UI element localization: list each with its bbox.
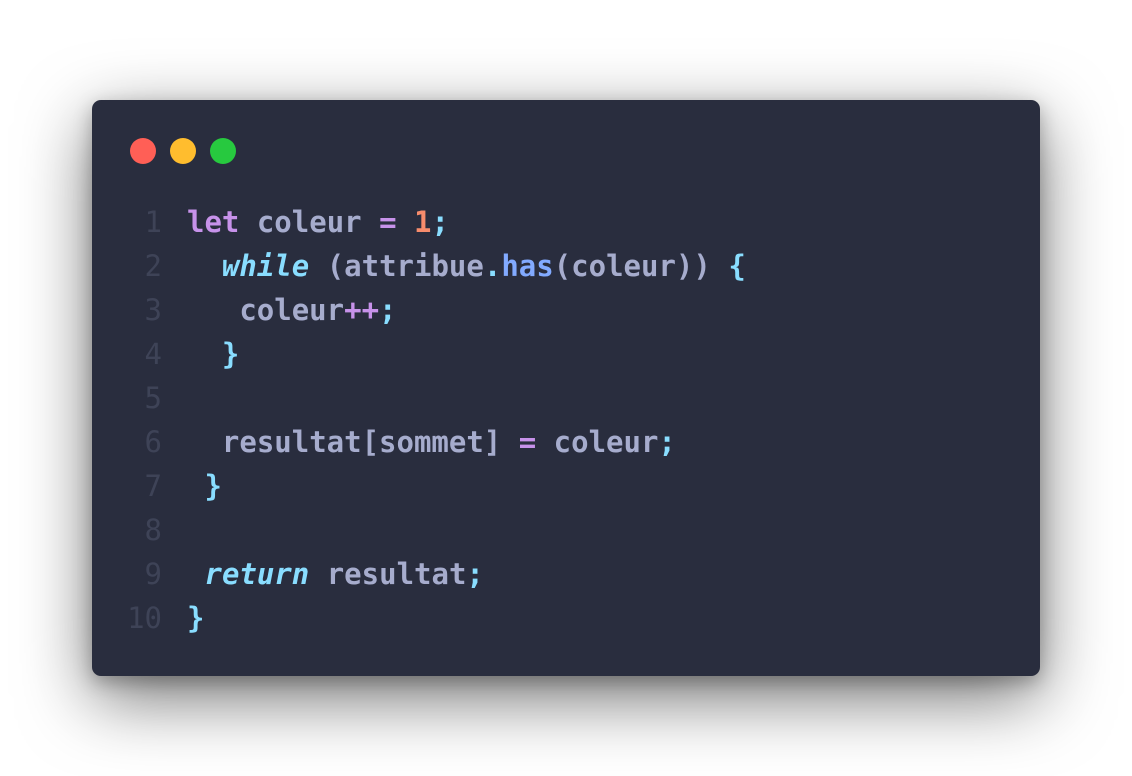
line-number: 10 bbox=[127, 601, 162, 635]
code-line: 9 return resultat; bbox=[92, 552, 1040, 596]
code-token: return bbox=[204, 557, 310, 591]
code-token: (attribue bbox=[309, 249, 484, 283]
code-token: 1 bbox=[414, 205, 432, 239]
maximize-dot-icon[interactable] bbox=[210, 138, 236, 164]
code-text: return resultat; bbox=[205, 552, 484, 596]
code-token: } bbox=[221, 337, 240, 371]
code-token: ; bbox=[658, 425, 676, 459]
code-text: let coleur = 1; bbox=[187, 200, 449, 244]
code-token: coleur bbox=[536, 425, 659, 459]
close-dot-icon[interactable] bbox=[130, 138, 156, 164]
code-token: ; bbox=[379, 293, 397, 327]
code-token: } bbox=[187, 601, 205, 635]
line-number: 7 bbox=[144, 469, 162, 503]
code-token: = bbox=[379, 205, 397, 239]
code-block: 1 let coleur = 1; 2 while (attribue.has(co… bbox=[92, 200, 1040, 640]
code-line: 8 bbox=[92, 508, 1040, 552]
code-line: 7} bbox=[92, 464, 1040, 508]
code-text: } bbox=[187, 596, 204, 640]
code-line: 4 } bbox=[92, 332, 1040, 376]
code-token: let bbox=[187, 205, 240, 239]
code-token: ++ bbox=[344, 293, 380, 327]
line-number: 1 bbox=[144, 205, 162, 239]
window-controls bbox=[130, 138, 236, 164]
code-token: { bbox=[728, 249, 746, 283]
code-token: ; bbox=[466, 557, 484, 591]
minimize-dot-icon[interactable] bbox=[170, 138, 196, 164]
code-token: } bbox=[204, 469, 222, 503]
line-number: 4 bbox=[144, 337, 162, 371]
code-text: while (attribue.has(coleur)) { bbox=[187, 244, 746, 288]
code-token: (coleur)) bbox=[553, 249, 729, 283]
line-number: 6 bbox=[144, 425, 162, 459]
code-token: . bbox=[483, 249, 502, 283]
code-line: 5 bbox=[92, 376, 1040, 420]
code-token: resultat[sommet] bbox=[187, 425, 519, 459]
code-text: resultat[sommet] = coleur; bbox=[187, 420, 676, 464]
line-number: 9 bbox=[144, 557, 162, 591]
code-text: coleur++; bbox=[169, 288, 397, 332]
line-number: 8 bbox=[144, 513, 162, 547]
line-number: 2 bbox=[144, 249, 162, 283]
code-line: 3 coleur++; bbox=[92, 288, 1040, 332]
code-window: 1 let coleur = 1; 2 while (attribue.has(co… bbox=[92, 100, 1040, 676]
code-token: ; bbox=[431, 205, 449, 239]
code-line: 6 resultat[sommet] = coleur; bbox=[92, 420, 1040, 464]
code-text: } bbox=[187, 332, 239, 376]
code-token: resultat bbox=[309, 557, 467, 591]
code-token: coleur bbox=[169, 293, 345, 327]
line-number: 3 bbox=[144, 293, 162, 327]
code-token: coleur bbox=[239, 205, 380, 239]
code-line: 2 while (attribue.has(coleur)) { bbox=[92, 244, 1040, 288]
code-line: 1 let coleur = 1; bbox=[92, 200, 1040, 244]
code-token: = bbox=[518, 425, 537, 459]
line-number: 5 bbox=[144, 381, 162, 415]
code-token: has bbox=[501, 249, 554, 283]
code-token: while bbox=[221, 249, 310, 283]
code-line: 10} bbox=[92, 596, 1040, 640]
code-text: } bbox=[205, 464, 222, 508]
